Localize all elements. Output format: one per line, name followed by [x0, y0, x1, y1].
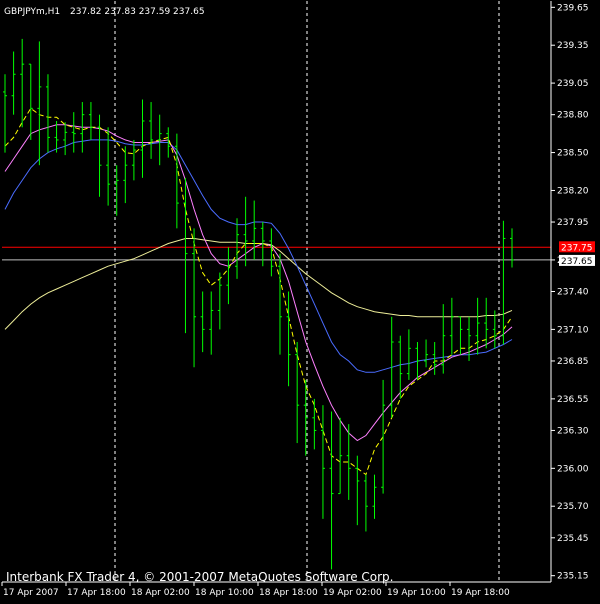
ohlc-bar [295, 342, 300, 444]
ohlc-bar [398, 335, 403, 399]
ohlc-bar [131, 139, 136, 181]
price-tick-label: 239.65 [557, 3, 589, 13]
time-tick-label: 19 Apr 18:00 [451, 588, 510, 598]
price-tick-label: 237.95 [557, 218, 589, 228]
ohlc-bar [277, 253, 282, 355]
ma-fast-line [4, 107, 513, 476]
ma-slow-line [4, 139, 513, 373]
ohlc-bar [174, 133, 179, 229]
price-tick-label: 237.40 [557, 288, 589, 298]
ohlc-bar [235, 218, 240, 279]
ohlc-bar [355, 455, 360, 526]
price-tick-label: 236.55 [557, 395, 589, 405]
ma-mid-line [4, 124, 513, 442]
price-tick-label: 238.20 [557, 186, 589, 196]
ohlc-bar [209, 291, 214, 355]
price-tick-label: 239.35 [557, 41, 589, 51]
time-tick-label: 18 Apr 02:00 [131, 588, 190, 598]
ohlc-bar [183, 177, 188, 334]
price-tick-label: 236.85 [557, 357, 589, 367]
ohlc-bar [501, 220, 506, 345]
ohlc-bar [149, 102, 154, 159]
ohlc-bar [192, 228, 197, 368]
time-tick-label: 19 Apr 02:00 [323, 588, 382, 598]
copyright-text: Interbank FX Trader 4, © 2001-2007 MetaQ… [6, 570, 394, 584]
ohlc-bar [363, 474, 368, 532]
ohlc-bar [449, 297, 454, 355]
bid-price-label: 237.65 [561, 257, 593, 267]
ma-long-line [4, 238, 513, 330]
ohlc-bar [88, 102, 93, 140]
ohlc-bar [123, 146, 128, 204]
ohlc-bar [140, 99, 145, 178]
ohlc-bar [63, 122, 68, 156]
symbol-timeframe-label: GBPJPYm,H1 [4, 7, 60, 17]
price-tick-label: 237.10 [557, 325, 589, 335]
ohlc-bar [157, 114, 162, 166]
ohlc-bar [200, 291, 205, 353]
price-tick-label: 239.05 [557, 79, 589, 89]
ohlc-bar [406, 329, 411, 380]
ohlc-bars [3, 38, 514, 570]
time-tick-label: 17 Apr 18:00 [67, 588, 126, 598]
price-axis: 239.65 239.35 239.05 238.80 238.50 238.20 237.… [550, 1, 595, 582]
ohlc-bar [252, 200, 257, 260]
ohlc-bar [475, 297, 480, 355]
price-tick-label: 238.50 [557, 149, 589, 159]
ohlc-bar [217, 272, 222, 330]
chart-window[interactable]: 239.65 239.35 239.05 238.80 238.50 238.20 237.… [0, 0, 600, 600]
ohlc-bar [424, 339, 429, 368]
price-tick-label: 235.15 [557, 572, 589, 582]
ohlc-bar [45, 74, 50, 153]
ohlc-bar [3, 74, 7, 153]
time-axis: 17 Apr 2007 17 Apr 18:00 18 Apr 02:00 18 Ap… [1, 581, 551, 598]
ohlc-bar [97, 114, 102, 197]
ask-price-label: 237.75 [561, 243, 593, 253]
price-tick-label: 235.45 [557, 534, 589, 544]
ohlc-bar [286, 291, 291, 387]
price-tick-label: 236.30 [557, 426, 589, 436]
ohlc-bar [20, 38, 25, 128]
ohlc-bar [37, 41, 42, 166]
ohlc-bar [492, 310, 497, 349]
price-tick-label: 235.70 [557, 502, 589, 512]
ohlc-bar [243, 196, 248, 267]
ohlc-bar [372, 474, 377, 519]
ohlc-values-label: 237.82 237.83 237.59 237.65 [70, 7, 205, 17]
ohlc-bar [312, 398, 317, 450]
price-tick-label: 238.80 [557, 111, 589, 121]
ohlc-bar [329, 411, 334, 570]
moving-averages [4, 107, 513, 476]
ohlc-bar [381, 379, 386, 494]
ohlc-bar [338, 417, 343, 495]
period-separators [114, 1, 500, 582]
ohlc-bar [484, 297, 489, 349]
ohlc-bar [71, 112, 76, 153]
ohlc-bar [114, 165, 119, 216]
ohlc-bar [11, 51, 16, 115]
time-tick-label: 18 Apr 10:00 [195, 588, 254, 598]
ohlc-bar [269, 228, 274, 277]
time-tick-label: 17 Apr 2007 [3, 588, 59, 598]
ohlc-bar [106, 127, 111, 206]
time-tick-label: 18 Apr 18:00 [259, 588, 318, 598]
ohlc-bar [320, 405, 325, 519]
price-chart[interactable]: 239.65 239.35 239.05 238.80 238.50 238.20 237.… [0, 0, 600, 600]
price-tick-label: 236.00 [557, 464, 589, 474]
time-tick-label: 19 Apr 10:00 [387, 588, 446, 598]
ohlc-bar [226, 247, 231, 305]
ohlc-bar [510, 228, 514, 268]
ohlc-bar [28, 63, 33, 140]
ohlc-bar [458, 316, 463, 355]
